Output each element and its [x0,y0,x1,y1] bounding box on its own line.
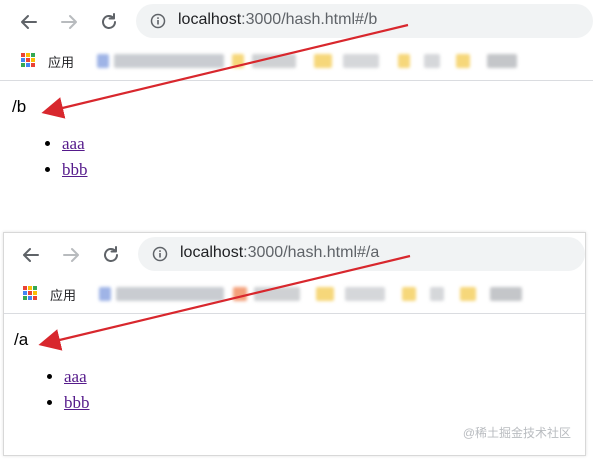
info-icon[interactable] [152,246,168,262]
link-list: aaa bbb [22,364,90,416]
watermark-text: @稀土掘金技术社区 [462,426,571,440]
blurred-bookmark[interactable] [316,287,334,301]
url-host: localhost [178,11,242,28]
route-hash-text: /a [14,330,29,349]
browser-screenshot-top: localhost:3000/hash.html#/b 应用 /b aaa bb… [0,0,593,222]
apps-grid-icon[interactable] [21,53,35,67]
url-path: :3000/hash.html#/b [241,11,378,28]
blurred-bookmark[interactable] [254,287,300,301]
forward-button[interactable] [57,10,81,34]
reload-button[interactable] [99,243,123,267]
apps-bookmark-label[interactable]: 应用 [50,285,76,304]
url-path: :3000/hash.html#/a [243,244,380,261]
apps-grid-icon[interactable] [23,286,37,300]
bookmarks-bar: 应用 [0,44,593,81]
address-bar[interactable]: localhost:3000/hash.html#/b [136,4,593,38]
blurred-bookmark[interactable] [314,54,332,68]
forward-button[interactable] [59,243,83,267]
forward-arrow-icon [63,248,79,262]
blurred-bookmark[interactable] [430,287,444,301]
browser-screenshot-bottom: localhost:3000/hash.html#/a 应用 /a aaa bb… [3,232,586,456]
blurred-bookmark[interactable] [402,287,416,301]
url-host: localhost [180,244,244,261]
blurred-bookmark[interactable] [114,54,224,68]
reload-icon [102,13,116,29]
address-bar[interactable]: localhost:3000/hash.html#/a [138,237,585,271]
route-hash-text: /b [12,97,27,116]
link-bbb[interactable]: bbb [62,160,88,179]
blurred-bookmark[interactable] [460,287,476,301]
blurred-bookmark[interactable] [345,287,385,301]
info-icon[interactable] [150,13,166,29]
browser-toolbar: localhost:3000/hash.html#/a [4,233,585,277]
back-button[interactable] [17,10,41,34]
blurred-bookmark[interactable] [424,54,440,68]
list-item: aaa [64,364,90,390]
reload-icon [104,246,118,262]
link-aaa[interactable]: aaa [62,134,85,153]
forward-arrow-icon [61,15,77,29]
url-text[interactable]: localhost:3000/hash.html#/a [180,244,379,262]
blurred-bookmark[interactable] [456,54,470,68]
list-item: bbb [62,157,88,183]
bookmarks-bar: 应用 [4,277,585,314]
blurred-bookmark[interactable] [232,54,244,68]
blurred-bookmark[interactable] [99,287,111,301]
link-list: aaa bbb [20,131,88,183]
blurred-bookmark[interactable] [252,54,296,68]
back-button[interactable] [19,243,43,267]
blurred-bookmark[interactable] [233,287,247,301]
reload-button[interactable] [97,10,121,34]
blurred-bookmark[interactable] [116,287,224,301]
blurred-bookmark[interactable] [398,54,410,68]
back-arrow-icon [21,15,37,29]
blurred-bookmark[interactable] [487,54,517,68]
back-arrow-icon [23,248,39,262]
link-aaa[interactable]: aaa [64,367,87,386]
apps-bookmark-label[interactable]: 应用 [48,52,74,71]
blurred-bookmark[interactable] [490,287,522,301]
blurred-bookmark[interactable] [97,54,109,68]
link-bbb[interactable]: bbb [64,393,90,412]
browser-toolbar: localhost:3000/hash.html#/b [0,0,593,44]
list-item: aaa [62,131,88,157]
url-text[interactable]: localhost:3000/hash.html#/b [178,11,377,29]
list-item: bbb [64,390,90,416]
blurred-bookmark[interactable] [343,54,379,68]
